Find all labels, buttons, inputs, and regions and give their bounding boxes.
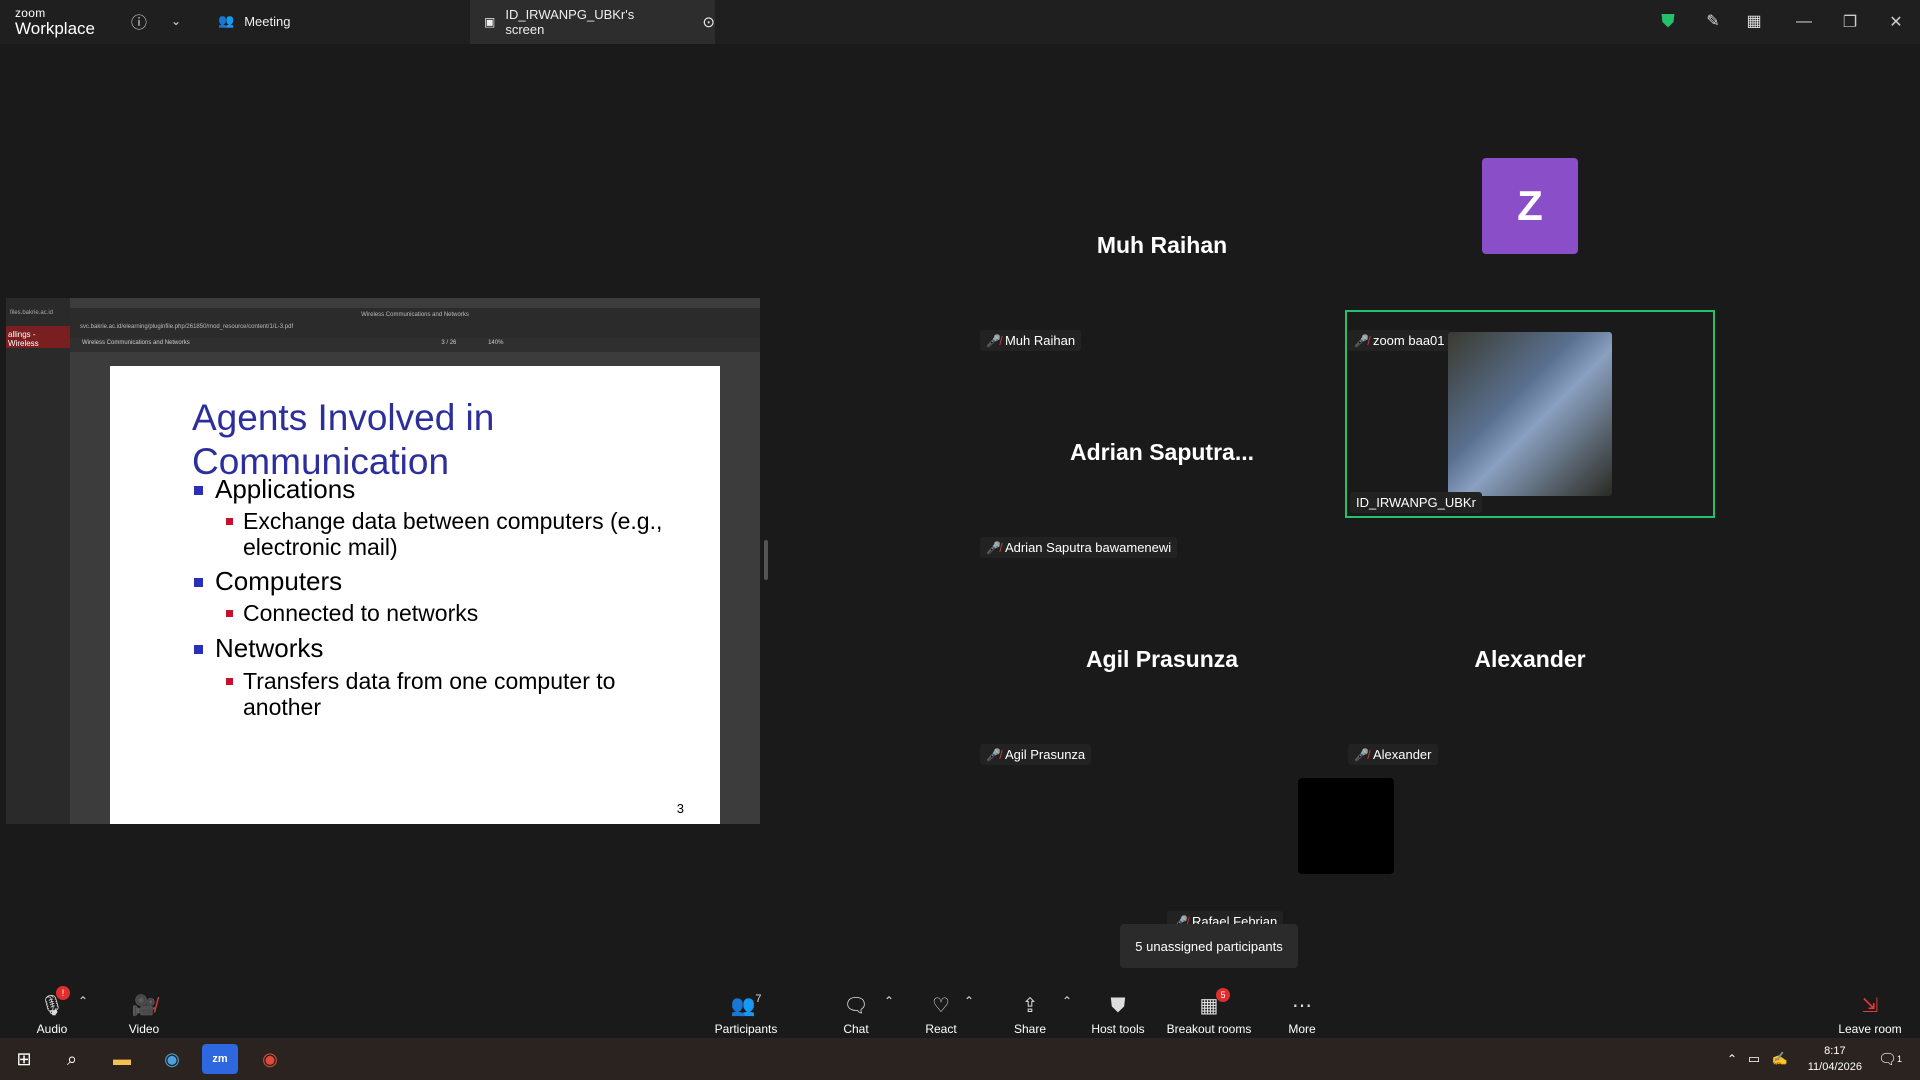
chat-button[interactable]: 🗨 Chat (836, 982, 876, 1036)
meeting-tab[interactable]: 👥 Meeting (218, 13, 290, 29)
title-bar: zoom Workplace ⓘ ⌄ 👥 Meeting ▣ ID_IRWANP… (0, 0, 1920, 44)
annotate-pen-icon[interactable]: ✎ (1702, 10, 1724, 32)
leave-room-button[interactable]: ⇲ Leave room (1838, 982, 1902, 1036)
pen-icon[interactable]: ✍ (1762, 1044, 1798, 1074)
breakout-rooms-button[interactable]: ▦ Breakout rooms 5 (1166, 982, 1252, 1036)
slide-sub-bullet: Exchange data between computers (e.g., e… (226, 508, 686, 560)
avatar: Z (1482, 158, 1578, 254)
video-off-icon: 🎥̸ (131, 995, 157, 1017)
share-screen-tab[interactable]: ▣ ID_IRWANPG_UBKr's screen ⊙ (470, 0, 715, 44)
more-icon: ⋯ (1292, 995, 1312, 1017)
shared-browser-sidebar: files.bakrie.ac.id allings - Wireless (6, 298, 70, 824)
pdf-toolbar: Wireless Communications and Networks 3 /… (70, 338, 760, 352)
share-options-caret[interactable]: ⌃ (1062, 994, 1072, 1008)
slide-sub-bullet: Connected to networks (226, 600, 686, 626)
zoom-app-icon[interactable]: zm (202, 1044, 238, 1074)
heart-icon: ♡ (932, 995, 950, 1017)
muted-mic-icon: 🎤̸ (1354, 747, 1369, 762)
participant-label: 🎤̸ Muh Raihan (980, 330, 1082, 351)
share-button[interactable]: ⇪ Share (1010, 982, 1050, 1036)
shared-browser-bar: Wireless Communications and Networks svc… (70, 308, 760, 342)
participant-tile[interactable]: Alexander 🎤̸ Alexander (1345, 562, 1715, 768)
windows-start-icon[interactable]: ⊞ (6, 1044, 42, 1074)
shield-icon: ⛊ (1110, 995, 1126, 1017)
shield-icon[interactable]: ⛊ (1657, 10, 1679, 32)
minimize-icon[interactable]: — (1791, 10, 1817, 34)
share-tab-label: ID_IRWANPG_UBKr's screen (505, 7, 635, 37)
search-icon[interactable]: ⌕ (54, 1044, 90, 1074)
audio-button[interactable]: 🎙 Audio ! (30, 982, 74, 1036)
info-icon[interactable]: ⓘ (128, 10, 150, 32)
slide-bullet: Applications (194, 474, 355, 505)
slide-bullet: Computers (194, 566, 342, 597)
more-button[interactable]: ⋯ More (1284, 982, 1320, 1036)
react-button[interactable]: ♡ React (920, 982, 962, 1036)
participant-tile[interactable]: 🎤̸ Rafael Febrian (1161, 768, 1531, 932)
close-icon[interactable]: ✕ (1883, 10, 1909, 34)
participant-label: 🎤̸ Adrian Saputra bawamenewi (980, 537, 1178, 558)
split-resize-handle[interactable] (764, 540, 768, 580)
shared-screen[interactable]: files.bakrie.ac.id allings - Wireless Wi… (6, 298, 760, 824)
system-clock[interactable]: 8:17 11/04/2026 (1808, 1043, 1862, 1075)
slide-page-number: 3 (676, 801, 684, 816)
audio-alert-badge: ! (56, 986, 70, 1000)
pdf-slide: Agents Involved in Communication Applica… (110, 366, 720, 824)
restore-icon[interactable]: ❐ (1837, 10, 1863, 34)
meeting-toolbar: 🎙 Audio ! ⌃ 🎥̸ Video 👥7 Participants 🗨 C… (0, 980, 1920, 1038)
react-options-caret[interactable]: ⌃ (964, 994, 974, 1008)
layout-icon[interactable]: ▦ (1743, 10, 1765, 32)
breakout-badge: 5 (1216, 988, 1230, 1002)
avatar (1298, 778, 1394, 874)
participant-label: 🎤̸ Alexander (1348, 744, 1438, 765)
more-options-icon[interactable]: ⊙ (702, 13, 715, 31)
zoom-logo: zoom Workplace (15, 6, 95, 38)
muted-mic-icon: 🎤̸ (986, 333, 1001, 348)
host-tools-button[interactable]: ⛊ Host tools (1088, 982, 1148, 1036)
audio-options-caret[interactable]: ⌃ (78, 994, 88, 1008)
chrome-icon[interactable]: ◉ (154, 1044, 190, 1074)
notification-icon[interactable]: 🗨 1 (1872, 1044, 1908, 1074)
participant-video (1448, 332, 1612, 496)
meeting-label: Meeting (244, 13, 291, 29)
chrome-profile-icon[interactable]: ◉ (252, 1044, 288, 1074)
slide-title: Agents Involved in Communication (192, 397, 495, 482)
windows-taskbar: ⊞ ⌕ ▬ ◉ zm ◉ ⌃ ▭ ✍ 8:17 11/04/2026 🗨 1 (0, 1038, 1920, 1080)
chevron-down-icon[interactable]: ⌄ (165, 10, 187, 32)
slide-bullet: Networks (194, 633, 323, 664)
file-explorer-icon[interactable]: ▬ (104, 1044, 140, 1074)
active-speaker-tile[interactable]: ID_IRWANPG_UBKr (1345, 310, 1715, 518)
muted-mic-icon: 🎤̸ (986, 540, 1001, 555)
people-icon: 👥 (218, 13, 235, 28)
meeting-stage: files.bakrie.ac.id allings - Wireless Wi… (0, 44, 1920, 980)
muted-mic-icon: 🎤̸ (986, 747, 1001, 762)
participants-icon: 👥7 (730, 993, 762, 1017)
participants-button[interactable]: 👥7 Participants (710, 982, 782, 1036)
video-button[interactable]: 🎥̸ Video (122, 982, 166, 1036)
share-screen-icon: ⇪ (1021, 995, 1039, 1017)
screen-share-icon: ▣ (484, 15, 496, 29)
participant-label: 🎤̸ Agil Prasunza (980, 744, 1092, 765)
leave-icon: ⇲ (1861, 995, 1879, 1017)
participant-tile[interactable]: Agil Prasunza 🎤̸ Agil Prasunza (977, 562, 1347, 768)
slide-sub-bullet: Transfers data from one computer to anot… (226, 668, 646, 720)
chat-icon: 🗨 (843, 995, 869, 1017)
participant-tile[interactable]: Muh Raihan 🎤̸ Muh Raihan (977, 148, 1347, 354)
participant-label: ID_IRWANPG_UBKr (1350, 492, 1482, 513)
breakout-tooltip: 5 unassigned participants (1120, 924, 1298, 968)
participant-tile[interactable]: Adrian Saputra... 🎤̸ Adrian Saputra bawam… (977, 355, 1347, 561)
chat-options-caret[interactable]: ⌃ (884, 994, 894, 1008)
